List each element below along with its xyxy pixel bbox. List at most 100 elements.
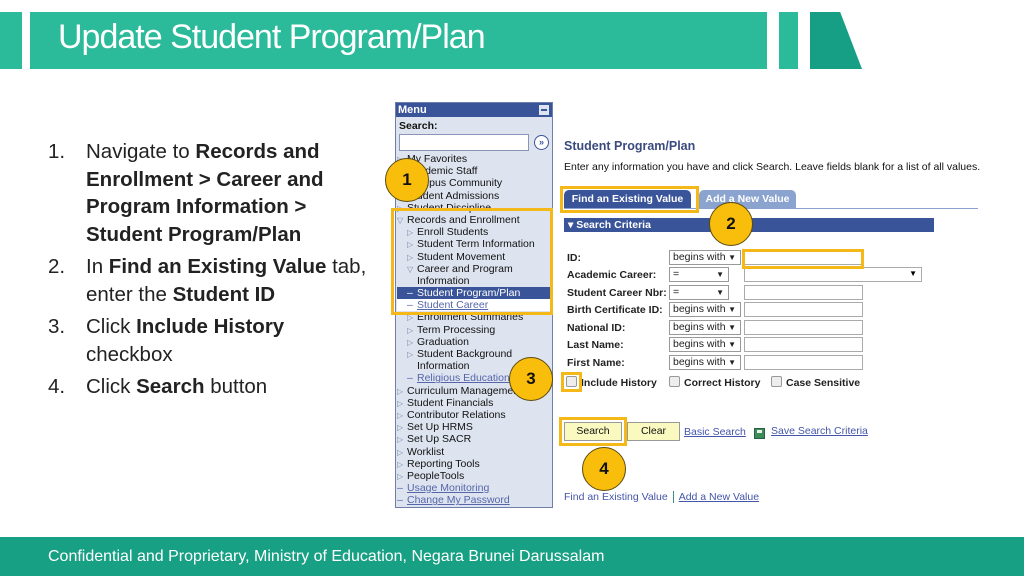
menu-item-label: Set Up HRMS — [407, 421, 473, 434]
menu-search-input[interactable] — [399, 134, 529, 151]
step-text: Click Include History checkbox — [86, 313, 368, 368]
leaf-dash-icon: – — [397, 494, 403, 507]
menu-item-label: Reporting Tools — [407, 457, 480, 470]
menu-item[interactable]: ▷ Term Processing — [397, 324, 552, 336]
checkbox-label[interactable]: Correct History — [684, 377, 760, 389]
save-search-criteria-link[interactable]: Save Search Criteria — [771, 425, 868, 437]
find-existing-link[interactable]: Find an Existing Value — [564, 491, 668, 503]
field-input[interactable] — [744, 302, 863, 317]
step-number: 2. — [48, 255, 66, 278]
checkbox-label[interactable]: Case Sensitive — [786, 377, 860, 389]
page-instructions: Enter any information you have and click… — [564, 161, 981, 173]
basic-search-link[interactable]: Basic Search — [684, 426, 746, 438]
operator-select[interactable]: begins with ▼ — [669, 302, 741, 317]
instruction-list: 1. Navigate to Records and Enrollment > C… — [48, 138, 368, 406]
field-label: National ID: — [567, 322, 626, 334]
field-input[interactable] — [744, 285, 863, 300]
step-text: Click Search button — [86, 373, 267, 401]
step-number: 1. — [48, 140, 66, 163]
step-emphasis: Find an Existing Value — [108, 255, 327, 278]
menu-item-label: Set Up SACR — [407, 433, 472, 446]
menu-title: Menu — [398, 104, 427, 116]
field-input[interactable] — [744, 355, 863, 370]
operator-value: begins with — [673, 251, 726, 263]
menu-item[interactable]: ▷ Reporting Tools — [397, 458, 552, 470]
leaf-dash-icon: – — [397, 482, 403, 495]
dropdown-arrow-icon: ▼ — [909, 269, 917, 278]
menu-search-label: Search: — [399, 120, 438, 132]
step-text-part: Click — [86, 375, 137, 398]
menu-item[interactable]: – Change My Password — [397, 494, 552, 506]
dropdown-arrow-icon: ▼ — [716, 270, 724, 279]
header-decor-bar — [779, 12, 798, 69]
academic-career-select[interactable]: ▼ — [744, 267, 922, 282]
header-decor-trapezoid — [810, 12, 862, 69]
footer-text: Confidential and Proprietary, Ministry o… — [48, 548, 605, 565]
field-input[interactable] — [744, 320, 863, 335]
operator-value: begins with — [673, 303, 726, 315]
operator-select[interactable]: begins with ▼ — [669, 250, 741, 265]
operator-select[interactable]: begins with ▼ — [669, 320, 741, 335]
step-badge-2: 2 — [709, 202, 753, 246]
instruction-step: 2. In Find an Existing Value tab, enter t… — [48, 253, 368, 308]
checkbox-label[interactable]: Include History — [581, 377, 657, 389]
field-input[interactable] — [744, 337, 863, 352]
highlight-id-field — [742, 249, 864, 269]
operator-value: begins with — [673, 338, 726, 350]
step-text: In Find an Existing Value tab, enter the… — [86, 253, 368, 308]
step-emphasis: Search — [136, 375, 205, 398]
highlight-menu-path — [391, 208, 553, 315]
highlight-search-button — [559, 417, 627, 446]
menu-item[interactable]: ▷ Worklist — [397, 446, 552, 458]
operator-value: begins with — [673, 321, 726, 333]
menu-item-label: Student Financials — [407, 396, 494, 409]
operator-select[interactable]: = ▼ — [669, 267, 729, 282]
menu-item[interactable]: ▷ Contributor Relations — [397, 409, 552, 421]
dropdown-arrow-icon: ▼ — [728, 323, 736, 332]
menu-item[interactable]: ▷ Set Up SACR — [397, 433, 552, 445]
step-number: 4. — [48, 375, 66, 398]
step-badge-4: 4 — [582, 447, 626, 491]
menu-item[interactable]: ▷ Graduation — [397, 336, 552, 348]
field-label: ID: — [567, 252, 581, 264]
menu-item[interactable]: –My Personalizations — [397, 506, 552, 507]
menu-item-label: Usage Monitoring — [407, 482, 490, 495]
instruction-step: 3. Click Include History checkbox — [48, 313, 368, 368]
operator-select[interactable]: begins with ▼ — [669, 355, 741, 370]
collapse-icon[interactable] — [539, 105, 549, 115]
save-icon — [754, 428, 765, 439]
operator-value: = — [673, 286, 680, 298]
step-text-part: Navigate to — [86, 140, 196, 163]
header-decor-left — [0, 12, 22, 69]
clear-button[interactable]: Clear — [627, 422, 680, 441]
menu-item-label: PeopleTools — [407, 469, 465, 482]
menu-item-label: Graduation — [417, 335, 469, 348]
field-label: First Name: — [567, 357, 625, 369]
instruction-step: 4. Click Search button — [48, 373, 368, 401]
operator-select[interactable]: = ▼ — [669, 285, 729, 300]
highlight-include-history — [561, 372, 582, 392]
step-emphasis: Include History — [136, 315, 285, 338]
highlight-find-tab — [560, 186, 699, 213]
menu-item[interactable]: – Usage Monitoring — [397, 482, 552, 494]
step-emphasis: Student ID — [172, 282, 276, 306]
dropdown-arrow-icon: ▼ — [716, 288, 724, 297]
dropdown-arrow-icon: ▼ — [728, 358, 736, 367]
operator-select[interactable]: begins with ▼ — [669, 337, 741, 352]
menu-item-label: Religious Education — [417, 372, 510, 385]
menu-item-label: Student Background — [417, 348, 513, 360]
menu-item[interactable]: ▷ PeopleTools — [397, 470, 552, 482]
checkbox[interactable] — [771, 376, 782, 387]
search-criteria-label: Search Criteria — [576, 219, 651, 231]
menu-item[interactable]: ▷ Set Up HRMS — [397, 421, 552, 433]
field-label: Student Career Nbr: — [567, 287, 667, 299]
step-text: Navigate to Records and Enrollment > Car… — [86, 138, 368, 248]
tab-add-new-value[interactable]: Add a New Value — [699, 190, 796, 209]
add-new-value-link[interactable]: Add a New Value — [679, 491, 759, 503]
step-number: 3. — [48, 315, 66, 338]
header-banner: Update Student Program/Plan — [30, 12, 767, 69]
checkbox[interactable] — [669, 376, 680, 387]
step-badge-1: 1 — [385, 158, 429, 202]
search-go-icon[interactable]: » — [534, 135, 549, 150]
menu-item-label: My Personalizations — [407, 506, 501, 507]
